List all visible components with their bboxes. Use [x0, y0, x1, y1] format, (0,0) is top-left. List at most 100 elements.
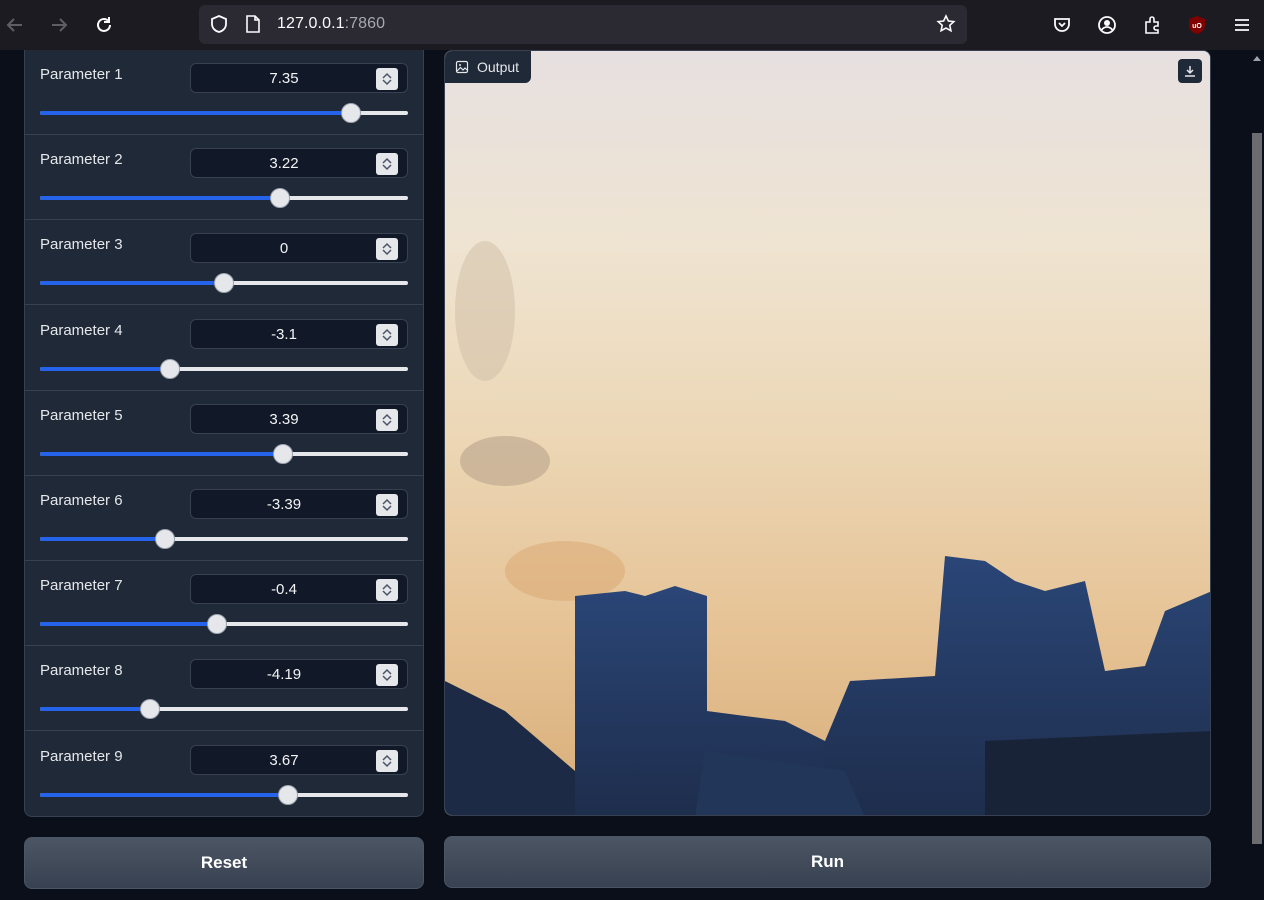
parameter-number-input[interactable]: -0.4 — [190, 574, 408, 605]
slider-thumb[interactable] — [269, 188, 290, 209]
parameter-row: Parameter 3 0 — [25, 220, 423, 306]
pocket-icon[interactable] — [1048, 11, 1076, 39]
parameter-row: Parameter 9 3.67 — [25, 732, 423, 816]
chevron-up-icon[interactable] — [382, 242, 392, 249]
chevron-down-icon[interactable] — [382, 761, 392, 768]
parameter-number-input[interactable]: -3.1 — [190, 318, 408, 349]
slider-thumb[interactable] — [140, 699, 161, 720]
extensions-icon[interactable] — [1138, 11, 1166, 39]
parameter-value[interactable]: -4.19 — [191, 666, 377, 683]
slider-fill — [40, 451, 283, 456]
parameter-number-input[interactable]: 0 — [190, 233, 408, 264]
number-spinner[interactable] — [376, 664, 398, 687]
chevron-up-icon[interactable] — [382, 328, 392, 335]
account-icon[interactable] — [1093, 11, 1121, 39]
chevron-up-icon[interactable] — [382, 668, 392, 675]
parameter-value[interactable]: 0 — [191, 240, 377, 257]
number-spinner[interactable] — [376, 68, 398, 90]
chevron-down-icon[interactable] — [382, 675, 392, 682]
chevron-up-icon[interactable] — [382, 157, 392, 164]
slider-fill — [40, 281, 224, 286]
number-spinner[interactable] — [376, 749, 398, 772]
chevron-up-icon[interactable] — [382, 498, 392, 505]
chevron-up-icon[interactable] — [382, 413, 392, 420]
parameter-label: Parameter 1 — [40, 66, 123, 83]
chevron-down-icon[interactable] — [382, 590, 392, 597]
slider-thumb[interactable] — [206, 614, 227, 635]
parameter-number-input[interactable]: 3.67 — [190, 744, 408, 775]
back-arrow-icon[interactable] — [1, 11, 29, 39]
parameter-number-input[interactable]: 3.39 — [190, 403, 408, 434]
slider-fill — [40, 366, 170, 371]
parameter-slider[interactable] — [40, 529, 408, 549]
parameter-number-input[interactable]: -4.19 — [190, 659, 408, 690]
shield-icon[interactable] — [205, 10, 233, 38]
parameter-label: Parameter 8 — [40, 662, 123, 680]
chevron-down-icon[interactable] — [382, 505, 392, 512]
chevron-down-icon[interactable] — [382, 164, 392, 171]
chevron-up-icon[interactable] — [382, 754, 392, 761]
number-spinner[interactable] — [376, 153, 398, 176]
parameter-value[interactable]: -0.4 — [191, 581, 377, 598]
number-spinner[interactable] — [376, 238, 398, 261]
parameter-label: Parameter 5 — [40, 406, 123, 424]
slider-thumb[interactable] — [155, 529, 176, 549]
parameter-label: Parameter 6 — [40, 492, 123, 509]
slider-thumb[interactable] — [341, 103, 362, 123]
browser-toolbar: 127.0.0.1:7860 uO — [0, 0, 1264, 50]
parameter-slider[interactable] — [40, 103, 408, 123]
number-spinner[interactable] — [376, 323, 398, 346]
parameter-value[interactable]: 3.39 — [191, 411, 377, 428]
chevron-down-icon[interactable] — [382, 420, 392, 427]
slider-fill — [40, 111, 352, 115]
url-port: :7860 — [344, 15, 386, 32]
chevron-up-icon[interactable] — [382, 583, 392, 590]
parameter-slider[interactable] — [40, 273, 408, 294]
download-button[interactable] — [1178, 59, 1202, 83]
number-spinner[interactable] — [376, 494, 398, 516]
ublock-icon[interactable]: uO — [1183, 11, 1211, 39]
run-button[interactable]: Run — [444, 836, 1211, 888]
chevron-down-icon[interactable] — [382, 249, 392, 256]
page-scrollbar[interactable] — [1250, 50, 1264, 900]
parameter-value[interactable]: -3.39 — [191, 496, 377, 513]
menu-icon[interactable] — [1228, 11, 1256, 39]
chevron-down-icon[interactable] — [382, 335, 392, 342]
reload-icon[interactable] — [90, 11, 118, 39]
slider-thumb[interactable] — [277, 784, 298, 805]
parameter-number-input[interactable]: 7.35 — [190, 63, 408, 93]
slider-fill — [40, 622, 217, 627]
parameter-value[interactable]: -3.1 — [191, 326, 377, 343]
parameter-number-input[interactable]: -3.39 — [190, 489, 408, 519]
reset-button[interactable]: Reset — [24, 837, 424, 889]
url-bar[interactable]: 127.0.0.1:7860 — [199, 5, 967, 44]
parameter-label: Parameter 2 — [40, 151, 123, 169]
slider-thumb[interactable] — [214, 273, 234, 294]
parameter-slider[interactable] — [40, 443, 408, 464]
number-spinner[interactable] — [376, 408, 398, 431]
forward-arrow-icon[interactable] — [45, 11, 73, 39]
svg-text:uO: uO — [1192, 23, 1202, 30]
parameter-slider[interactable] — [40, 188, 408, 209]
slider-thumb[interactable] — [159, 358, 180, 379]
parameter-slider[interactable] — [40, 614, 408, 635]
chevron-up-icon[interactable] — [382, 72, 392, 79]
star-icon[interactable] — [932, 10, 960, 38]
parameter-value[interactable]: 3.22 — [191, 155, 377, 172]
parameter-row: Parameter 8 -4.19 — [25, 646, 423, 732]
parameter-label: Parameter 9 — [40, 747, 123, 765]
parameter-value[interactable]: 3.67 — [191, 752, 377, 769]
scroll-up-icon[interactable] — [1253, 56, 1261, 61]
parameter-value[interactable]: 7.35 — [191, 70, 377, 87]
url-text[interactable]: 127.0.0.1:7860 — [277, 15, 385, 33]
parameter-slider[interactable] — [40, 699, 408, 720]
parameter-slider[interactable] — [40, 358, 408, 379]
output-image — [445, 51, 1210, 815]
scrollbar-thumb[interactable] — [1252, 133, 1262, 844]
parameter-row: Parameter 6 -3.39 — [25, 476, 423, 561]
number-spinner[interactable] — [376, 579, 398, 602]
chevron-down-icon[interactable] — [382, 79, 392, 86]
parameter-slider[interactable] — [40, 784, 408, 805]
slider-thumb[interactable] — [272, 443, 293, 464]
parameter-number-input[interactable]: 3.22 — [190, 148, 408, 179]
